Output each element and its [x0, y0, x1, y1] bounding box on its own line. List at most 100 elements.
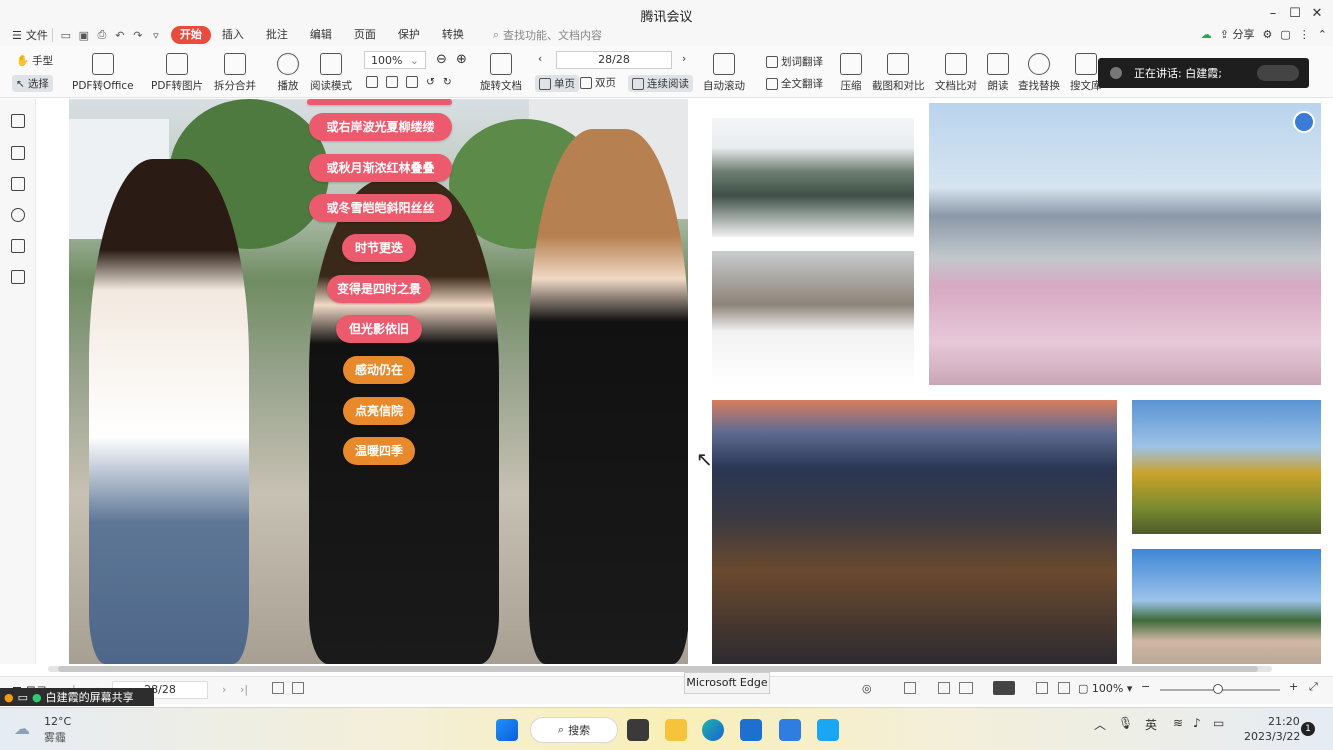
tencent-meeting-icon[interactable]: [817, 719, 839, 741]
menu-start[interactable]: 开始: [170, 26, 211, 44]
fit-page-status-icon[interactable]: [1058, 682, 1070, 694]
select-tool-button[interactable]: ↖ 选择: [12, 75, 53, 92]
actual-size-status-icon[interactable]: [1036, 682, 1048, 694]
play-button[interactable]: 播放: [277, 53, 299, 93]
comment-icon[interactable]: ▢: [1280, 28, 1290, 41]
auto-scroll-button[interactable]: 自动滚动: [703, 53, 745, 93]
clock-time[interactable]: 21:20: [1268, 715, 1300, 728]
tray-overflow-icon[interactable]: ︿: [1094, 716, 1106, 733]
maximize-icon[interactable]: ☐: [1284, 4, 1306, 24]
zoom-status[interactable]: ▢ 100% ▾: [1078, 682, 1132, 695]
pdf-to-image-button[interactable]: PDF转图片: [151, 53, 203, 93]
actual-size-icon[interactable]: [366, 76, 378, 88]
ime-indicator[interactable]: 英: [1145, 716, 1157, 733]
wifi-icon[interactable]: ≋: [1173, 716, 1183, 730]
volume-icon[interactable]: ♪: [1193, 716, 1201, 730]
edge-browser-icon[interactable]: [702, 719, 724, 741]
taskbar-search[interactable]: ⌕ 搜索: [530, 717, 618, 743]
app-icon[interactable]: [779, 719, 801, 741]
menu-annotate[interactable]: 批注: [255, 26, 299, 44]
signature-icon[interactable]: [11, 239, 25, 253]
layers-icon[interactable]: [11, 270, 25, 284]
last-page-icon[interactable]: ›|: [240, 683, 248, 696]
rotate-left-icon[interactable]: ↺: [426, 76, 435, 88]
function-search[interactable]: ⌕ 查找功能、文档内容: [493, 27, 602, 43]
share-button[interactable]: ⇪ 分享: [1220, 26, 1255, 42]
settings-icon[interactable]: ⚙: [1263, 28, 1273, 41]
continuous-read-button[interactable]: 连续阅读: [628, 75, 693, 92]
close-icon[interactable]: ✕: [1306, 4, 1328, 24]
fullscreen-icon[interactable]: ⤢: [1309, 680, 1318, 694]
zoom-out-status-icon[interactable]: −: [1141, 680, 1150, 693]
full-translate-button[interactable]: 全文翻译: [766, 76, 823, 91]
forward-icon[interactable]: [292, 682, 304, 694]
menu-convert[interactable]: 转换: [431, 26, 475, 44]
next-page-status-icon[interactable]: ›: [222, 683, 226, 696]
redo-icon[interactable]: ↷: [129, 29, 147, 42]
save-icon[interactable]: ▣: [75, 29, 93, 42]
double-page-status-icon[interactable]: [959, 682, 973, 694]
prev-page-icon[interactable]: ‹: [538, 53, 542, 65]
next-page-icon[interactable]: ›: [682, 53, 686, 65]
bookmark-icon[interactable]: [11, 114, 25, 128]
single-page-button[interactable]: 单页: [535, 75, 579, 92]
thumbnail-icon[interactable]: [11, 146, 25, 160]
battery-icon[interactable]: ▭: [1213, 716, 1224, 730]
find-replace-button[interactable]: 查找替换: [1018, 53, 1060, 93]
eye-protect-icon[interactable]: ◎: [862, 682, 872, 695]
page-input[interactable]: 28/28: [556, 51, 672, 69]
cloud-sync-icon[interactable]: ☁: [1201, 28, 1212, 41]
read-aloud-button[interactable]: 朗读: [987, 53, 1009, 93]
screenshot-compare-button[interactable]: 截图和对比: [872, 53, 925, 93]
windows-start-icon[interactable]: [496, 719, 518, 741]
rotate-right-icon[interactable]: ↻: [443, 76, 452, 88]
hand-tool-button[interactable]: ✋ 手型: [16, 53, 53, 68]
collapse-ribbon-icon[interactable]: ⌃: [1318, 28, 1327, 41]
pdf-to-office-button[interactable]: PDF转Office: [72, 53, 134, 93]
file-explorer-icon[interactable]: [665, 719, 687, 741]
read-mode-button[interactable]: 阅读模式: [310, 53, 352, 93]
clock-date[interactable]: 2023/3/22: [1244, 730, 1300, 743]
play-status-icon[interactable]: [993, 681, 1015, 695]
document-view[interactable]: 或右岸波光夏柳缕缕 或秋月渐浓红林叠叠 或冬雪皑皑斜阳丝丝 时节更迭 变得是四时…: [37, 99, 1327, 664]
fit-width-icon[interactable]: [406, 76, 418, 88]
compress-button[interactable]: 压缩: [840, 53, 862, 93]
double-page-button[interactable]: 双页: [580, 75, 616, 90]
zoom-in-icon[interactable]: ⊕: [456, 52, 467, 67]
rotate-doc-button[interactable]: 旋转文档: [480, 53, 522, 93]
menu-page[interactable]: 页面: [343, 26, 387, 44]
more-icon[interactable]: ⋮: [1299, 28, 1310, 41]
horizontal-scrollbar[interactable]: [48, 666, 1272, 672]
comment-panel-icon[interactable]: [11, 177, 25, 191]
task-view-icon[interactable]: [627, 719, 649, 741]
print-icon[interactable]: ⎙: [93, 28, 111, 42]
notification-badge[interactable]: 1: [1301, 722, 1315, 736]
fit-page-icon[interactable]: [386, 76, 398, 88]
file-menu[interactable]: ☰ 文件: [12, 27, 48, 43]
customize-dropdown-icon[interactable]: ▿: [147, 29, 165, 42]
single-page-status-icon[interactable]: [938, 682, 950, 694]
zoom-slider-handle[interactable]: [1213, 684, 1223, 694]
zoom-out-icon[interactable]: ⊖: [436, 52, 447, 67]
meeting-controls[interactable]: [1257, 65, 1299, 81]
undo-icon[interactable]: ↶: [111, 29, 129, 42]
search-library-button[interactable]: 搜文库: [1070, 53, 1102, 93]
zoom-select[interactable]: 100% ⌄: [364, 51, 426, 69]
menu-edit[interactable]: 编辑: [299, 26, 343, 44]
menu-insert[interactable]: 插入: [211, 26, 255, 44]
split-view-icon[interactable]: [904, 682, 916, 694]
store-icon[interactable]: [740, 719, 762, 741]
split-merge-button[interactable]: 拆分合并: [214, 53, 256, 93]
open-folder-icon[interactable]: ▭: [57, 29, 75, 42]
floating-tool-icon[interactable]: [1293, 111, 1315, 133]
word-translate-button[interactable]: 划词翻译: [766, 54, 823, 69]
back-icon[interactable]: [272, 682, 284, 694]
minimize-icon[interactable]: –: [1262, 4, 1284, 24]
doc-compare-button[interactable]: 文档比对: [935, 53, 977, 93]
attachment-icon[interactable]: [11, 208, 25, 222]
screen-share-bar[interactable]: ● ▭ ● 白建霞的屏幕共享: [0, 688, 154, 706]
zoom-in-status-icon[interactable]: +: [1289, 680, 1298, 693]
menu-protect[interactable]: 保护: [387, 26, 431, 44]
scrollbar-thumb[interactable]: [58, 666, 1258, 672]
mic-tray-icon[interactable]: 🎙: [1118, 716, 1133, 730]
